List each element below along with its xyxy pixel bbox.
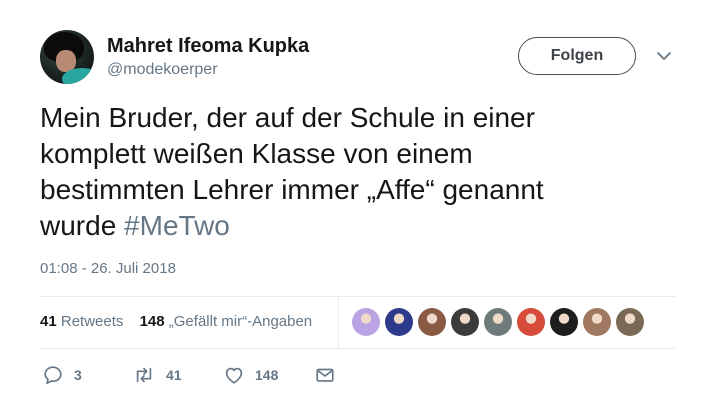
avatar-shoulder	[62, 68, 94, 84]
tweet-text-line: Mein Bruder, der auf der Schule in einer	[40, 102, 535, 133]
heart-icon	[225, 367, 243, 384]
retweet-icon	[136, 367, 152, 383]
liker-avatar[interactable]	[550, 308, 578, 336]
tweet-text: Mein Bruder, der auf der Schule in einer…	[40, 100, 660, 244]
divider-top	[40, 296, 676, 297]
likes-count: 148	[139, 313, 165, 330]
retweets-stat[interactable]: 41 Retweets	[40, 313, 123, 330]
retweet-button[interactable]: 41	[132, 362, 182, 388]
liker-avatar[interactable]	[517, 308, 545, 336]
likes-stat[interactable]: 148 „Gefällt mir“-Angaben	[140, 313, 313, 330]
liker-avatar[interactable]	[385, 308, 413, 336]
retweet-count: 41	[166, 367, 182, 383]
tweet-text-line: wurde #MeTwo	[40, 208, 660, 244]
tweet-text-line: bestimmten Lehrer immer „Affe“ genannt	[40, 174, 544, 205]
liker-avatar[interactable]	[583, 308, 611, 336]
tweet-stats: 41 Retweets 148 „Gefällt mir“-Angaben	[40, 313, 312, 330]
divider-bottom	[40, 348, 676, 349]
reply-icon	[44, 366, 62, 385]
like-count: 148	[255, 367, 279, 383]
stats-divider	[338, 298, 339, 348]
direct-message-button[interactable]	[314, 362, 336, 388]
chevron-down-icon[interactable]	[656, 50, 672, 62]
author-avatar[interactable]	[40, 30, 94, 84]
follow-button[interactable]: Folgen	[518, 37, 636, 75]
liker-avatar[interactable]	[484, 308, 512, 336]
liker-avatar[interactable]	[451, 308, 479, 336]
hashtag-link[interactable]: #MeTwo	[124, 210, 230, 241]
tweet-timestamp[interactable]: 01:08 - 26. Juli 2018	[40, 260, 176, 277]
reply-count: 3	[74, 367, 82, 383]
author-name[interactable]: Mahret Ifeoma Kupka	[107, 35, 309, 58]
envelope-icon	[316, 368, 334, 382]
like-button[interactable]: 148	[223, 362, 278, 388]
likes-label: „Gefällt mir“-Angaben	[168, 313, 313, 330]
liker-avatar[interactable]	[352, 308, 380, 336]
author-handle[interactable]: @modekoerper	[107, 61, 218, 79]
retweets-count: 41	[40, 313, 57, 330]
tweet-text-line-part: wurde	[40, 210, 125, 241]
tweet-text-line: komplett weißen Klasse von einem	[40, 138, 473, 169]
retweets-label: Retweets	[60, 313, 124, 330]
liker-avatar[interactable]	[418, 308, 446, 336]
liker-avatar[interactable]	[616, 308, 644, 336]
reply-button[interactable]: 3	[42, 362, 82, 388]
